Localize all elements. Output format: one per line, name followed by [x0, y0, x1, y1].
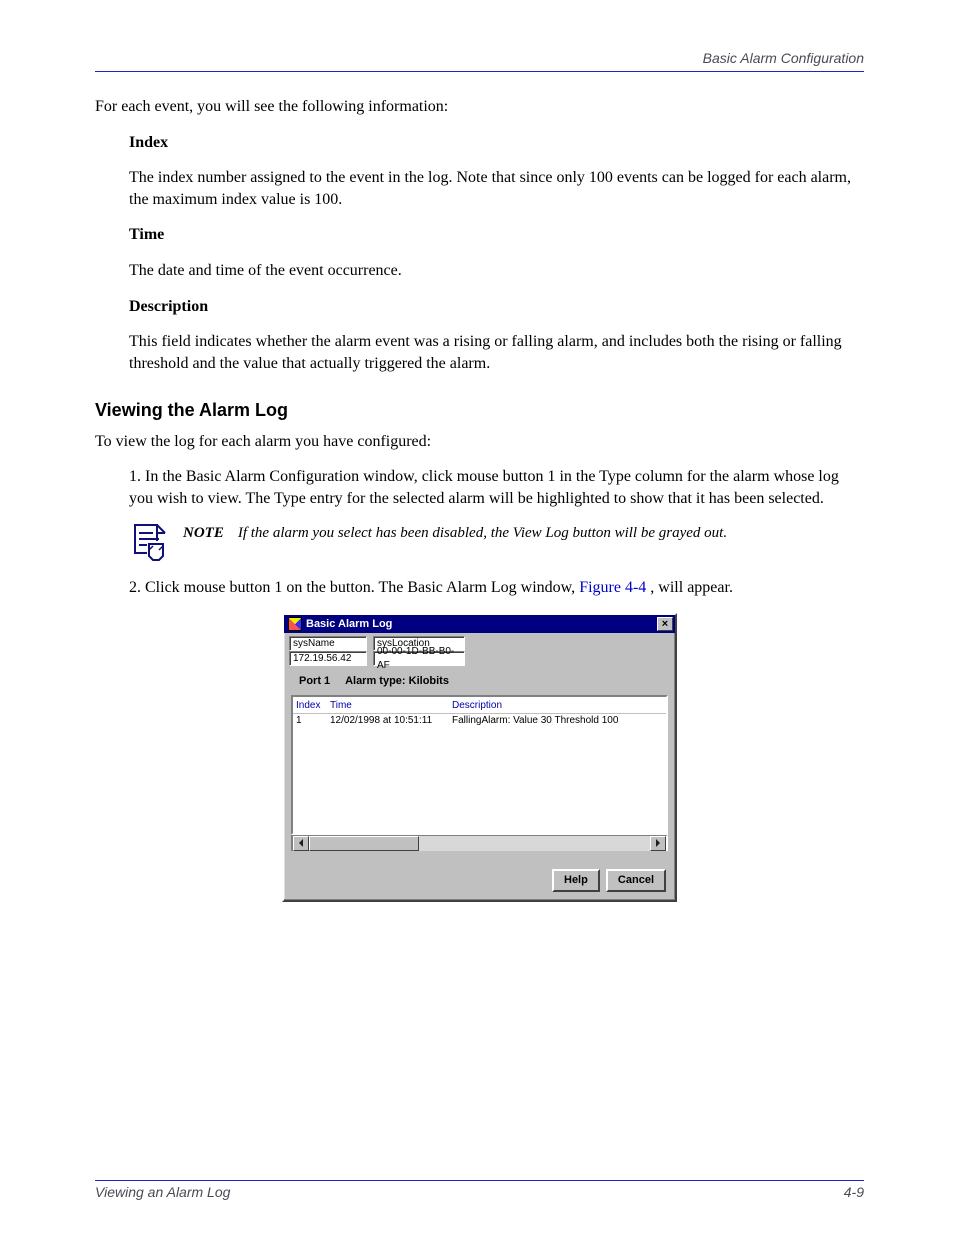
window-title: Basic Alarm Log: [306, 617, 392, 632]
scroll-track[interactable]: [419, 836, 650, 851]
term-description: Description: [129, 296, 864, 318]
step-1: 1. In the Basic Alarm Configuration wind…: [129, 466, 864, 509]
footer-left: Viewing an Alarm Log: [95, 1184, 230, 1200]
sysname-value: 172.19.56.42: [289, 651, 367, 666]
term-time-text: The date and time of the event occurrenc…: [129, 260, 864, 282]
intro-paragraph: For each event, you will see the followi…: [95, 96, 864, 118]
col-header-description: Description: [452, 699, 664, 713]
note-icon: [129, 523, 169, 563]
term-description-text: This field indicates whether the alarm e…: [129, 331, 864, 374]
term-description-label: Description: [129, 298, 208, 315]
help-button[interactable]: Help: [552, 869, 600, 892]
close-icon[interactable]: ×: [657, 617, 673, 631]
sysname-label: sysName: [289, 636, 367, 651]
running-footer: Viewing an Alarm Log 4-9: [95, 1180, 864, 1200]
cell-index: 1: [296, 714, 326, 728]
term-index-text: The index number assigned to the event i…: [129, 167, 864, 210]
footer-right: 4-9: [844, 1184, 864, 1200]
note-block: NOTE If the alarm you select has been di…: [129, 523, 864, 563]
alarm-type-label: Alarm type: Kilobits: [345, 675, 449, 687]
scroll-right-button[interactable]: [650, 836, 666, 851]
list-header: Index Time Description: [293, 697, 666, 715]
syslocation-value: 00-00-1D-BB-B0-AF: [373, 651, 465, 666]
cell-time: 12/02/1998 at 10:51:11: [330, 714, 448, 728]
list-row[interactable]: 1 12/02/1998 at 10:51:11 FallingAlarm: V…: [293, 714, 666, 728]
horizontal-scrollbar[interactable]: [291, 835, 668, 851]
howto-lead: To view the log for each alarm you have …: [95, 431, 864, 453]
term-time-label: Time: [129, 226, 164, 243]
term-index: Index: [129, 132, 864, 154]
running-header: Basic Alarm Configuration: [95, 50, 864, 72]
scroll-thumb[interactable]: [309, 836, 419, 851]
note-text: If the alarm you select has been disable…: [238, 523, 727, 563]
step-2-tail: , will appear.: [650, 579, 733, 596]
term-index-label: Index: [129, 134, 168, 151]
port-label: Port 1: [299, 675, 330, 687]
term-time: Time: [129, 224, 864, 246]
chevron-left-icon: [299, 839, 303, 847]
header-right: Basic Alarm Configuration: [703, 50, 864, 67]
cancel-button[interactable]: Cancel: [606, 869, 666, 892]
col-header-index: Index: [296, 699, 326, 713]
note-label: NOTE: [183, 525, 224, 541]
scroll-left-button[interactable]: [293, 836, 309, 851]
step-2-head: 2. Click mouse button 1 on the button. T…: [129, 579, 579, 596]
chevron-right-icon: [656, 839, 660, 847]
figure-reference: Figure 4-4: [579, 579, 646, 596]
section-title: Viewing the Alarm Log: [95, 398, 864, 422]
cell-description: FallingAlarm: Value 30 Threshold 100: [452, 714, 664, 728]
app-icon: [288, 617, 302, 631]
event-listbox[interactable]: Index Time Description 1 12/02/1998 at 1…: [291, 695, 668, 835]
col-header-time: Time: [330, 699, 448, 713]
basic-alarm-log-dialog: Basic Alarm Log × sysName 172.19.56.42 s…: [282, 613, 677, 902]
titlebar[interactable]: Basic Alarm Log ×: [284, 615, 675, 633]
step-2: 2. Click mouse button 1 on the button. T…: [129, 577, 864, 599]
